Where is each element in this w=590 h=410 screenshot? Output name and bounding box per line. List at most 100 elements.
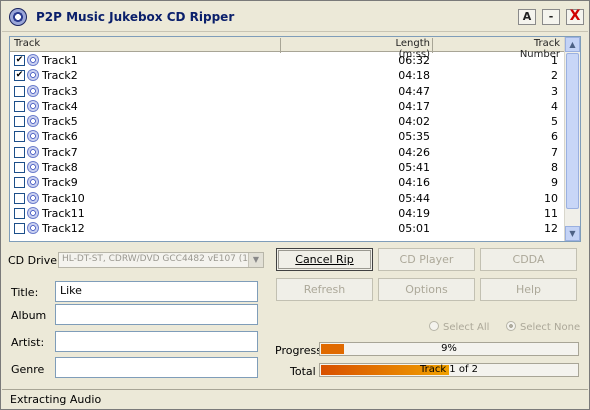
column-divider[interactable] bbox=[432, 38, 433, 53]
about-button[interactable]: A bbox=[518, 9, 536, 25]
track-row[interactable]: Track7 04:26 7 bbox=[10, 145, 565, 160]
cd-drive-label: CD Drive: bbox=[8, 254, 61, 267]
track-rows: ✔ Track1 06:32 1 ✔ Track2 04:18 2 Track3 04:47 3 Tr… bbox=[10, 53, 565, 237]
track-name: Track5 bbox=[42, 115, 78, 129]
track-checkbox[interactable] bbox=[14, 162, 25, 174]
select-all-label: Select All bbox=[443, 322, 490, 333]
artist-field[interactable] bbox=[55, 331, 258, 352]
track-number: 11 bbox=[544, 206, 558, 220]
track-row[interactable]: Track10 05:44 10 bbox=[10, 191, 565, 206]
cd-track-icon bbox=[27, 145, 39, 158]
cancel-rip-button[interactable]: Cancel Rip bbox=[276, 248, 373, 271]
track-name: Track8 bbox=[42, 161, 78, 175]
track-checkbox[interactable]: ✔ bbox=[14, 55, 25, 66]
track-number: 7 bbox=[551, 145, 558, 159]
chevron-down-icon[interactable]: ▼ bbox=[248, 253, 263, 267]
scroll-thumb[interactable] bbox=[566, 53, 579, 209]
title-field[interactable]: Like bbox=[55, 281, 258, 302]
track-checkbox[interactable]: ✔ bbox=[14, 70, 25, 82]
total-label: Total bbox=[290, 365, 316, 378]
help-button[interactable]: Help bbox=[480, 278, 577, 301]
cd-drive-value: HL-DT-ST, CDRW/DVD GCC4482 vE107 (1: bbox=[62, 254, 252, 264]
cd-disc-icon bbox=[9, 8, 27, 26]
refresh-button[interactable]: Refresh bbox=[276, 278, 373, 301]
track-length: 05:35 bbox=[398, 130, 430, 144]
jukebox-window: P2P Music Jukebox CD Ripper A - X Track … bbox=[0, 0, 590, 410]
track-name: Track2 bbox=[42, 69, 78, 83]
genre-field[interactable] bbox=[55, 357, 258, 378]
track-row[interactable]: Track11 04:19 11 bbox=[10, 206, 565, 221]
cd-track-icon bbox=[27, 206, 39, 219]
track-checkbox[interactable] bbox=[14, 116, 25, 128]
track-row[interactable]: ✔ Track2 04:18 2 bbox=[10, 68, 565, 83]
track-name: Track9 bbox=[42, 176, 78, 190]
cd-track-icon bbox=[27, 161, 39, 174]
track-name: Track10 bbox=[42, 191, 85, 205]
cd-drive-select[interactable]: HL-DT-ST, CDRW/DVD GCC4482 vE107 (1: ▼ bbox=[58, 252, 264, 268]
track-number: 10 bbox=[544, 191, 558, 205]
track-row[interactable]: Track9 04:16 9 bbox=[10, 175, 565, 190]
track-length: 04:18 bbox=[398, 69, 430, 83]
track-length: 04:47 bbox=[398, 84, 430, 98]
track-checkbox[interactable] bbox=[14, 85, 25, 97]
track-length: 04:19 bbox=[398, 206, 430, 220]
cdda-button[interactable]: CDDA bbox=[480, 248, 577, 271]
track-name: Track4 bbox=[42, 99, 78, 113]
scroll-up-arrow-icon[interactable]: ▲ bbox=[565, 37, 580, 52]
track-row[interactable]: Track5 04:02 5 bbox=[10, 114, 565, 129]
album-field[interactable] bbox=[55, 304, 258, 325]
minimize-button[interactable]: - bbox=[542, 9, 560, 25]
track-row[interactable]: Track4 04:17 4 bbox=[10, 99, 565, 114]
track-row[interactable]: ✔ Track1 06:32 1 bbox=[10, 53, 565, 68]
progress-text: 9% bbox=[441, 343, 457, 354]
track-length: 05:41 bbox=[398, 161, 430, 175]
options-button[interactable]: Options bbox=[378, 278, 475, 301]
track-row[interactable]: Track6 05:35 6 bbox=[10, 129, 565, 144]
track-length: 04:02 bbox=[398, 115, 430, 129]
track-checkbox[interactable] bbox=[14, 100, 25, 112]
track-name: Track11 bbox=[42, 206, 85, 220]
select-none-radio[interactable]: Select None bbox=[506, 321, 580, 333]
track-list[interactable]: Track Length (m:ss) Track Number ✔ Track1… bbox=[9, 36, 581, 242]
track-row[interactable]: Track8 05:41 8 bbox=[10, 160, 565, 175]
cd-track-icon bbox=[27, 191, 39, 204]
track-number: 9 bbox=[551, 176, 558, 190]
track-checkbox[interactable] bbox=[14, 223, 25, 235]
track-number: 4 bbox=[551, 99, 558, 113]
genre-label: Genre bbox=[11, 363, 45, 376]
progress-bar: 9% bbox=[319, 342, 579, 356]
track-checkbox[interactable] bbox=[14, 192, 25, 204]
cd-track-icon bbox=[27, 176, 39, 189]
track-row[interactable]: Track3 04:47 3 bbox=[10, 84, 565, 99]
track-checkbox[interactable] bbox=[14, 177, 25, 189]
track-name: Track3 bbox=[42, 84, 78, 98]
track-length: 04:16 bbox=[398, 176, 430, 190]
column-header-track[interactable]: Track bbox=[14, 38, 40, 49]
track-checkbox[interactable] bbox=[14, 146, 25, 158]
track-row[interactable]: Track12 05:01 12 bbox=[10, 221, 565, 236]
track-number: 6 bbox=[551, 130, 558, 144]
track-name: Track7 bbox=[42, 145, 78, 159]
radio-dot-icon bbox=[429, 321, 439, 331]
track-number: 12 bbox=[544, 222, 558, 236]
track-length: 04:26 bbox=[398, 145, 430, 159]
cd-track-icon bbox=[27, 54, 39, 66]
title-bar[interactable]: P2P Music Jukebox CD Ripper A - X bbox=[2, 2, 588, 32]
cd-track-icon bbox=[27, 115, 39, 128]
cd-player-button[interactable]: CD Player bbox=[378, 248, 475, 271]
track-length: 06:32 bbox=[398, 54, 430, 67]
select-all-radio[interactable]: Select All bbox=[429, 321, 489, 333]
track-checkbox[interactable] bbox=[14, 207, 25, 219]
title-label: Title: bbox=[11, 286, 39, 299]
close-button[interactable]: X bbox=[566, 9, 584, 25]
scroll-down-arrow-icon[interactable]: ▼ bbox=[565, 226, 580, 241]
track-length: 04:17 bbox=[398, 99, 430, 113]
cd-track-icon bbox=[27, 130, 39, 143]
track-length: 05:44 bbox=[398, 191, 430, 205]
vertical-scrollbar[interactable]: ▲ ▼ bbox=[564, 37, 580, 241]
cd-track-icon bbox=[27, 69, 39, 82]
cd-track-icon bbox=[27, 99, 39, 112]
column-divider[interactable] bbox=[280, 38, 281, 53]
track-checkbox[interactable] bbox=[14, 131, 25, 143]
album-label: Album bbox=[11, 309, 47, 322]
